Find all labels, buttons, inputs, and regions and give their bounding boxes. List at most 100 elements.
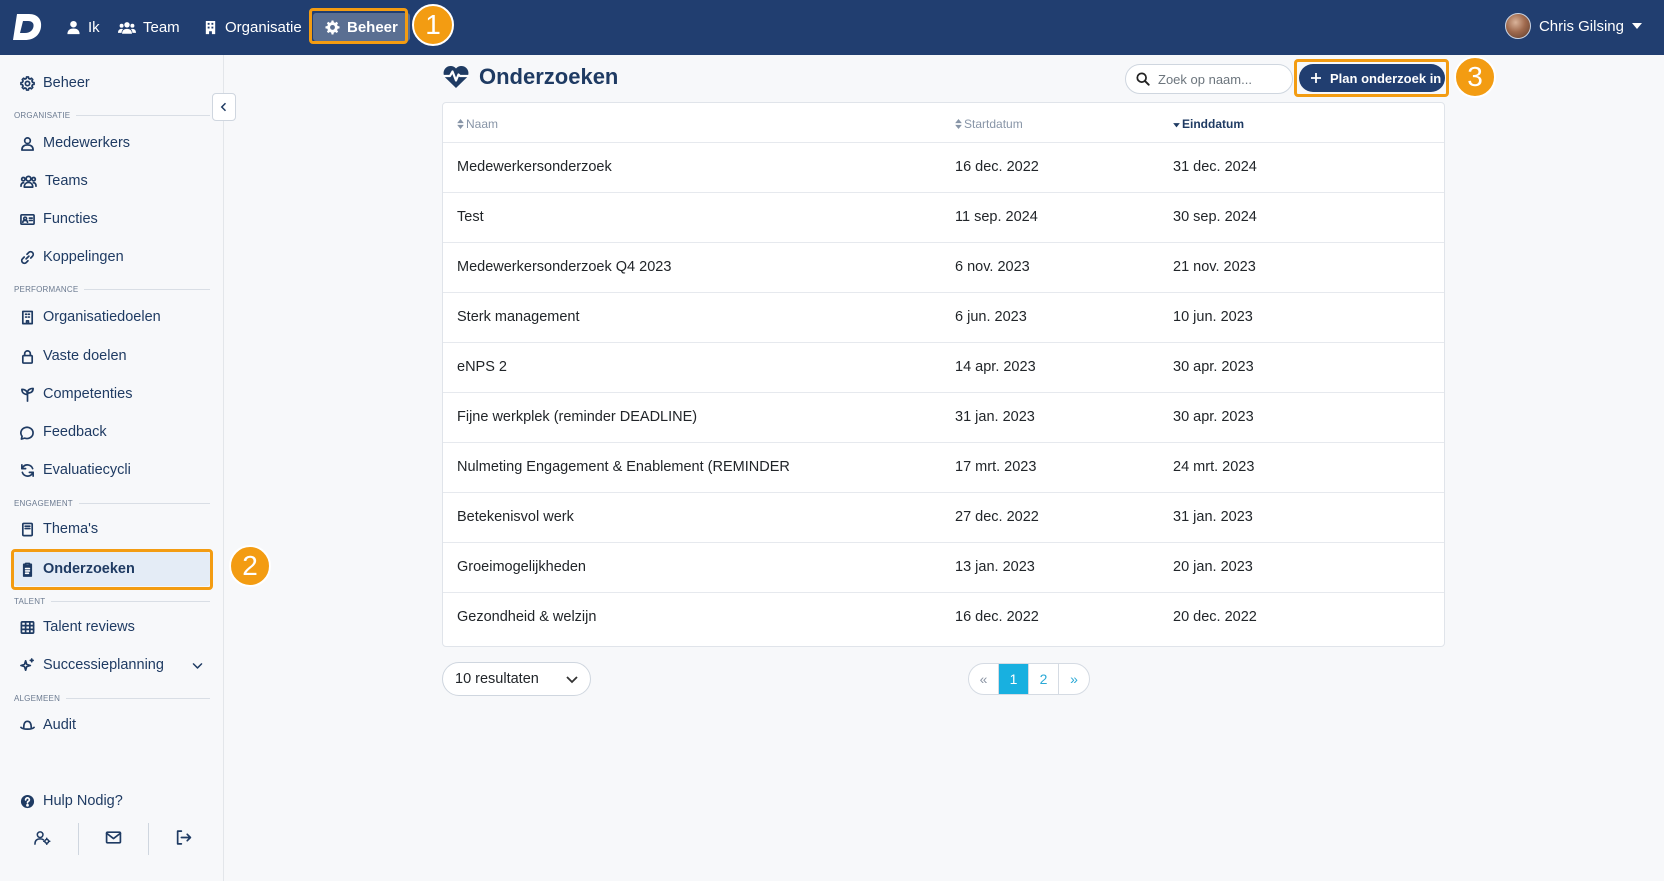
cell-naam: Sterk management [457,309,580,325]
table-row[interactable]: Groeimogelijkheden 13 jan. 2023 20 jan. … [443,542,1444,592]
cell-startdatum: 31 jan. 2023 [955,409,1035,425]
cell-einddatum: 30 apr. 2023 [1173,359,1254,375]
results-per-page-select[interactable]: 10 resultaten [442,662,591,696]
sidebar-item-feedback[interactable]: Feedback [20,419,107,445]
sidebar-item-audit[interactable]: Audit [20,712,76,738]
book-icon [21,522,34,536]
sidebar-item-functies[interactable]: Functies [20,206,98,232]
callout-badge-1: 1 [412,4,454,46]
cell-naam: Medewerkersonderzoek Q4 2023 [457,259,672,275]
envelope-icon [105,830,121,844]
sidebar-item-feedback-label: Feedback [43,424,107,440]
page-next-button[interactable]: » [1059,664,1089,694]
nav-organisatie[interactable]: Organisatie [203,15,302,39]
sidebar-item-beheer[interactable]: Beheer [20,70,90,96]
cell-startdatum: 27 dec. 2022 [955,509,1039,525]
chevron-down-icon [192,662,203,669]
sidebar-item-competenties[interactable]: Competenties [20,381,132,407]
user-menu[interactable]: Chris Gilsing [1504,13,1642,39]
cell-startdatum: 16 dec. 2022 [955,159,1039,175]
cell-naam: Fijne werkplek (reminder DEADLINE) [457,409,698,425]
heartbeat-icon [443,65,469,88]
sprout-icon [21,387,34,402]
table-row[interactable]: Gezondheid & welzijn 16 dec. 2022 20 dec… [443,592,1444,642]
question-circle-icon [20,794,35,808]
cell-einddatum: 10 jun. 2023 [1173,309,1253,325]
page-2-button[interactable]: 2 [1029,664,1059,694]
sidebar-item-successieplanning[interactable]: Successieplanning [20,652,204,678]
sidebar-item-vaste-doelen[interactable]: Vaste doelen [20,343,127,369]
chevron-down-icon [1632,23,1642,29]
page-1-button[interactable]: 1 [999,664,1029,694]
table-row[interactable]: Medewerkersonderzoek Q4 2023 6 nov. 2023… [443,242,1444,292]
sidebar-item-themas[interactable]: Thema's [20,516,98,542]
logout-icon [176,829,191,845]
help-link[interactable]: Hulp Nodig? [20,788,123,814]
link-icon [20,250,35,264]
sort-desc-icon [1173,123,1180,128]
cell-einddatum: 31 dec. 2024 [1173,159,1257,175]
sidebar-item-talent-reviews[interactable]: Talent reviews [20,614,135,640]
cell-naam: Gezondheid & welzijn [457,609,597,625]
app-logo[interactable] [12,11,44,43]
search-icon [1136,72,1150,86]
user-icon [67,20,80,34]
users-icon [20,175,37,188]
callout-highlight-plan [1294,59,1449,97]
sidebar-item-medewerkers-label: Medewerkers [43,135,131,151]
fedora-hat-icon [20,719,35,730]
chevron-left-icon [220,102,227,112]
messages-button[interactable] [78,820,148,854]
sidebar-item-evaluatiecycli[interactable]: Evaluatiecycli [20,457,131,483]
user-settings-button[interactable] [7,820,77,854]
sidebar-item-competenties-label: Competenties [43,386,133,402]
section-title-engagement: ENGAGEMENT [14,499,210,508]
building-icon [205,20,216,34]
sidebar-item-successieplanning-label: Successieplanning [43,657,164,673]
nav-team-label: Team [143,18,180,36]
column-header-naam[interactable]: Naam [457,117,498,131]
table-row[interactable]: Test 11 sep. 2024 30 sep. 2024 [443,192,1444,242]
section-title-organisatie: ORGANISATIE [14,111,210,120]
nav-team[interactable]: Team [118,15,180,39]
sidebar-item-medewerkers[interactable]: Medewerkers [20,130,130,156]
chevron-down-icon [566,676,578,684]
sidebar-item-teams[interactable]: Teams [20,168,88,194]
sidebar-item-koppelingen[interactable]: Koppelingen [20,244,124,270]
column-header-startdatum[interactable]: Startdatum [955,117,1023,131]
sidebar-item-audit-label: Audit [43,717,77,733]
page-header: Onderzoeken [442,64,618,90]
section-title-performance: PERFORMANCE [14,285,210,294]
user-gear-icon [33,830,51,845]
nav-ik-label: Ik [88,18,100,36]
search-input[interactable] [1158,71,1278,87]
sidebar-item-organisatiedoelen-label: Organisatiedoelen [43,309,161,325]
section-title-algemeen: ALGEMEEN [14,694,210,703]
sort-icon [955,119,962,129]
cell-einddatum: 20 dec. 2022 [1173,609,1257,625]
table-row[interactable]: Nulmeting Engagement & Enablement (REMIN… [443,442,1444,492]
cell-naam: Medewerkersonderzoek [457,159,612,175]
cell-einddatum: 31 jan. 2023 [1173,509,1253,525]
surveys-table: Naam Startdatum Einddatum Medewerkersond… [442,102,1445,647]
search-box [1125,64,1293,94]
column-header-einddatum[interactable]: Einddatum [1173,117,1244,131]
sidebar-collapse-button[interactable] [212,93,236,121]
table-row[interactable]: Sterk management 6 jun. 2023 10 jun. 202… [443,292,1444,342]
cell-einddatum: 30 apr. 2023 [1173,409,1254,425]
cell-startdatum: 6 nov. 2023 [955,259,1030,275]
nav-ik[interactable]: Ik [66,15,100,39]
id-card-icon [20,213,35,225]
pagination: « 1 2 » [968,663,1090,695]
table-row[interactable]: Betekenisvol werk 27 dec. 2022 31 jan. 2… [443,492,1444,542]
table-row[interactable]: Fijne werkplek (reminder DEADLINE) 31 ja… [443,392,1444,442]
table-row[interactable]: Medewerkersonderzoek 16 dec. 2022 31 dec… [443,142,1444,192]
sidebar-item-organisatiedoelen[interactable]: Organisatiedoelen [20,304,161,330]
grid-icon [20,620,35,634]
sparkles-icon [20,657,34,671]
callout-highlight-onderzoeken [11,549,213,590]
callout-badge-3: 3 [1454,56,1496,98]
table-row[interactable]: eNPS 2 14 apr. 2023 30 apr. 2023 [443,342,1444,392]
page-prev-button[interactable]: « [969,664,999,694]
logout-button[interactable] [148,820,218,854]
